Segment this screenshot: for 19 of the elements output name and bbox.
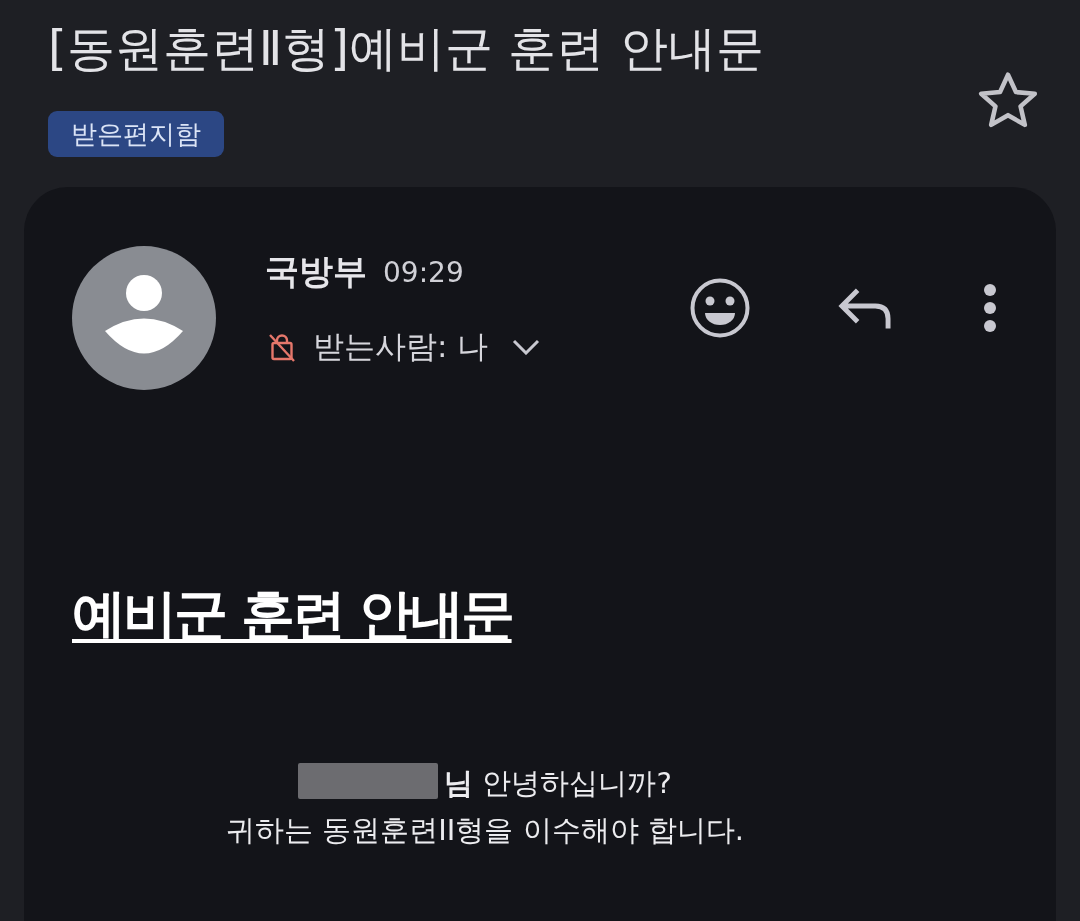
- message-time: 09:29: [383, 255, 464, 289]
- expand-details-button[interactable]: [512, 339, 541, 355]
- body-text: 귀하는 동원훈련II형을 이수해야 합니다.: [226, 813, 744, 847]
- reply-icon: [838, 287, 891, 329]
- chevron-down-icon: [512, 339, 541, 355]
- more-vertical-icon: [984, 284, 996, 332]
- body-heading: 예비군 훈련 안내문: [72, 582, 512, 648]
- reply-button[interactable]: [838, 287, 891, 329]
- email-subject: [동원훈련Ⅱ형]예비군 훈련 안내문: [48, 19, 764, 78]
- more-options-button[interactable]: [984, 284, 996, 332]
- smiley-icon: [690, 278, 750, 338]
- body-text: 님 안녕하십니까?: [444, 766, 672, 800]
- recipient-text: 받는사람: 나: [313, 327, 489, 366]
- lock-off-icon: [268, 332, 296, 362]
- star-icon[interactable]: [978, 71, 1038, 128]
- sender-name: 국방부: [265, 250, 367, 293]
- avatar-icon: [72, 246, 216, 390]
- emoji-reaction-button[interactable]: [690, 278, 750, 338]
- folder-label: 받은편지함: [48, 111, 224, 157]
